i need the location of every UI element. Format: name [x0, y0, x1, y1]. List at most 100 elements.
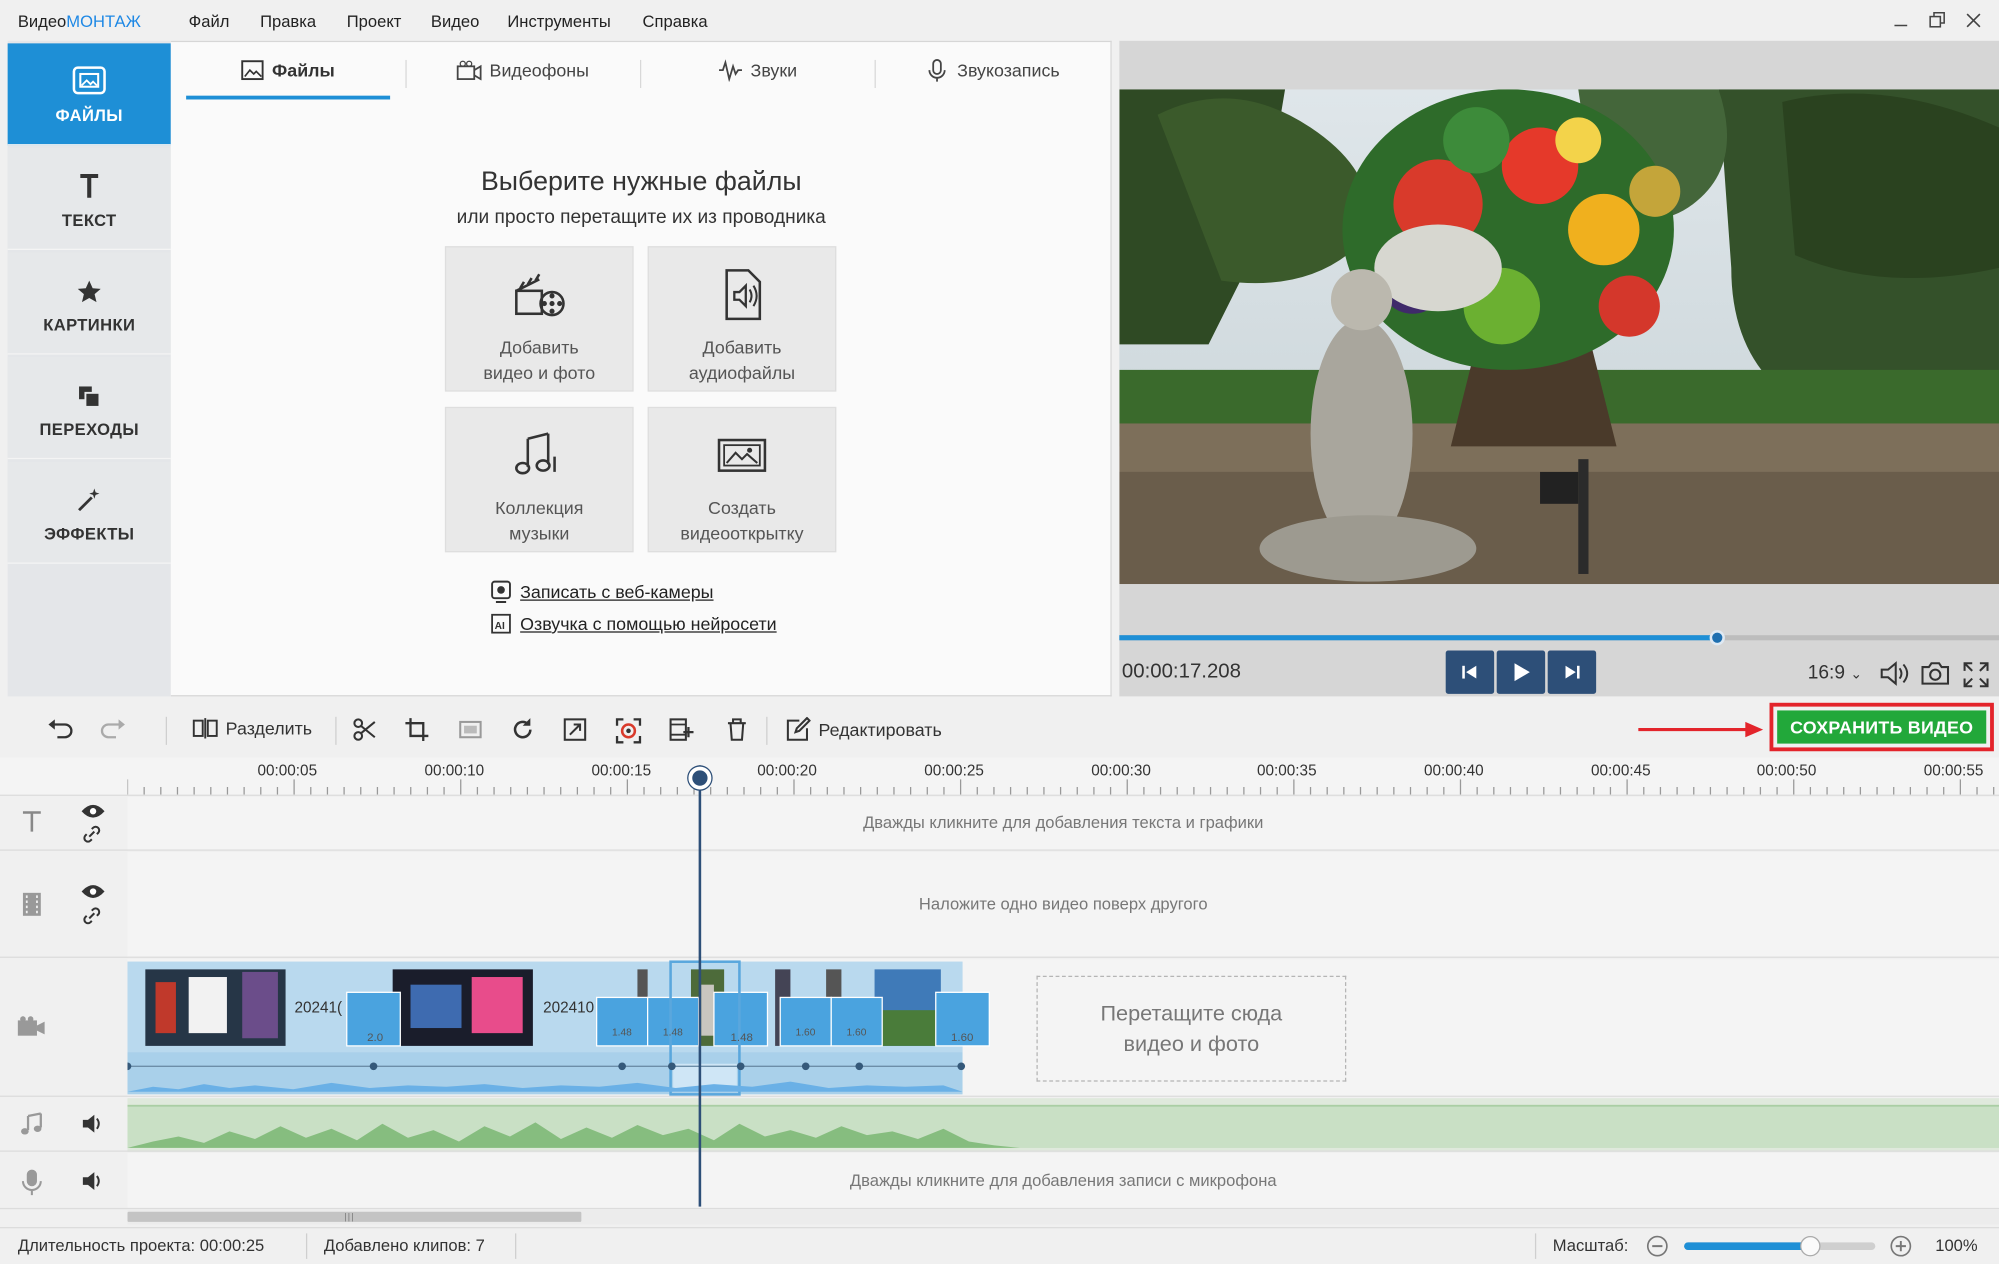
timecode: 00:00:17.208: [1121, 660, 1241, 683]
annotation-arrow: [1638, 718, 1765, 741]
music-track[interactable]: [127, 1098, 1999, 1152]
stabilize-button[interactable]: [614, 717, 642, 745]
drop-media-zone[interactable]: Перетащите сюда видео и фото: [1036, 975, 1347, 1082]
menu-edit[interactable]: Правка: [260, 11, 316, 30]
create-video-card-button[interactable]: Создать видеооткрытку: [647, 406, 837, 553]
undo-icon: [46, 717, 74, 740]
rotate-icon: [510, 717, 535, 743]
menu-tools[interactable]: Инструменты: [507, 11, 610, 30]
progress-knob[interactable]: [1709, 630, 1726, 646]
ruler-label: 00:00:20: [757, 761, 817, 780]
ruler-label: 00:00:30: [1091, 761, 1151, 780]
ruler-label: 00:00:50: [1756, 761, 1817, 780]
split-button[interactable]: Разделить: [192, 717, 312, 740]
video-frame[interactable]: [1119, 89, 1999, 585]
skip-forward-button[interactable]: [1547, 650, 1597, 694]
add-audio-button[interactable]: Добавить аудиофайлы: [647, 246, 837, 392]
ruler-label: 00:00:55: [1923, 761, 1984, 780]
ai-voiceover-link[interactable]: AI Озвучка с помощью нейросети: [490, 612, 777, 635]
music-collection-button[interactable]: Коллекция музыки: [444, 406, 634, 553]
rail-item-transitions[interactable]: ПЕРЕХОДЫ: [7, 357, 171, 460]
aspect-ratio-select[interactable]: 16:9 ⌄: [1808, 662, 1862, 684]
frame-icon: [458, 717, 483, 743]
tab-sound-recording[interactable]: Звукозапись: [877, 42, 1106, 98]
skip-back-button[interactable]: [1445, 650, 1495, 694]
files-icon: [71, 62, 107, 95]
zoom-slider-fill: [1684, 1242, 1811, 1250]
ruler-label: 00:00:45: [1591, 761, 1651, 780]
zoom-in-icon[interactable]: [1889, 1235, 1912, 1258]
delete-button[interactable]: [725, 717, 748, 743]
cut-button[interactable]: [352, 717, 377, 743]
rail-item-effects[interactable]: ЭФФЕКТЫ: [7, 461, 171, 564]
transition-duration: 2.0: [367, 1030, 384, 1044]
volume-icon[interactable]: [1879, 659, 1910, 687]
zoom-slider-knob[interactable]: [1800, 1235, 1821, 1257]
mic-track-hint: Дважды кликните для добавления записи с …: [849, 1170, 1277, 1191]
crop-button[interactable]: [404, 717, 429, 743]
menu-file[interactable]: Файл: [189, 11, 230, 30]
zoom-slider[interactable]: [1684, 1235, 1876, 1257]
star-icon: [76, 272, 101, 305]
tab-sounds[interactable]: Звуки: [643, 42, 872, 98]
zoom-label: Масштаб:: [1552, 1235, 1629, 1256]
rail-item-text[interactable]: ТЕКСТ: [7, 147, 171, 250]
status-bar: Длительность проекта: 00:00:25 Добавлено…: [0, 1227, 1999, 1264]
undo-button[interactable]: [46, 717, 74, 740]
fullscreen-icon[interactable]: [1962, 661, 1990, 689]
menu-help[interactable]: Справка: [643, 11, 708, 30]
snapshot-icon[interactable]: [1920, 661, 1951, 687]
speaker-icon[interactable]: [82, 1113, 105, 1133]
zoom-out-icon[interactable]: [1646, 1235, 1669, 1258]
transition-duration: 1.60: [951, 1030, 974, 1044]
playhead-line[interactable]: [698, 765, 702, 1207]
restore-icon[interactable]: [1924, 8, 1949, 34]
edit-button[interactable]: Редактировать: [785, 716, 942, 743]
resize-button[interactable]: [562, 717, 587, 743]
overlay-track[interactable]: Наложите одно видео поверх другого: [127, 852, 1999, 958]
tab-files[interactable]: Файлы: [186, 42, 390, 98]
clips-count: Добавлено клипов: 7: [323, 1235, 485, 1256]
add-video-photo-button[interactable]: Добавить видео и фото: [444, 246, 634, 392]
transition-duration: 1.48: [662, 1026, 683, 1039]
save-video-button[interactable]: СОХРАНИТЬ ВИДЕО: [1777, 710, 1987, 744]
redo-button[interactable]: [99, 717, 127, 740]
menu-video[interactable]: Видео: [431, 11, 479, 30]
menu-project[interactable]: Проект: [347, 11, 402, 30]
rail-item-images[interactable]: КАРТИНКИ: [7, 252, 171, 355]
rail-item-files[interactable]: ФАЙЛЫ: [7, 43, 171, 146]
play-button[interactable]: [1496, 650, 1546, 694]
timeline-scrollbar[interactable]: |||: [127, 1209, 1999, 1225]
minimize-icon[interactable]: [1888, 8, 1913, 34]
save-button-highlight: СОХРАНИТЬ ВИДЕО: [1769, 702, 1994, 752]
scissors-icon: [352, 717, 377, 743]
title-bar: ВидеоМОНТАЖ Файл Правка Проект Видео Инс…: [0, 0, 1999, 41]
microphone-icon: [924, 57, 949, 83]
postcard-icon: [715, 429, 769, 483]
timeline-ruler[interactable]: 00:00:05 00:00:10 00:00:15 00:00:20 00:0…: [0, 757, 1999, 796]
transition-duration: 1.48: [611, 1026, 632, 1039]
mic-track[interactable]: Дважды кликните для добавления записи с …: [127, 1153, 1999, 1210]
speaker-icon[interactable]: [82, 1171, 105, 1191]
files-heading: Выберите нужные файлы: [480, 167, 802, 197]
eye-icon[interactable]: [80, 883, 105, 901]
link-icon[interactable]: [82, 824, 102, 844]
add-clip-button[interactable]: [668, 717, 694, 743]
rotate-button[interactable]: [510, 717, 535, 743]
video-track-header: [0, 959, 128, 1097]
link-icon[interactable]: [82, 906, 102, 926]
frame-button[interactable]: [458, 717, 483, 743]
text-track[interactable]: Дважды кликните для добавления текста и …: [127, 797, 1999, 851]
clip-label: 202410: [543, 998, 595, 1017]
webcam-record-link[interactable]: Записать с веб-камеры: [490, 580, 714, 604]
crop-icon: [404, 717, 429, 743]
ai-icon: AI: [490, 612, 513, 635]
playhead-handle[interactable]: [688, 766, 712, 790]
mic-track-header: [0, 1153, 128, 1210]
eye-icon[interactable]: [80, 802, 105, 820]
music-track-header: [0, 1098, 128, 1152]
video-clips[interactable]: [127, 959, 1019, 1097]
close-icon[interactable]: [1961, 8, 1986, 34]
stabilize-icon: [614, 717, 642, 745]
tab-video-backgrounds[interactable]: Видеофоны: [408, 42, 637, 98]
